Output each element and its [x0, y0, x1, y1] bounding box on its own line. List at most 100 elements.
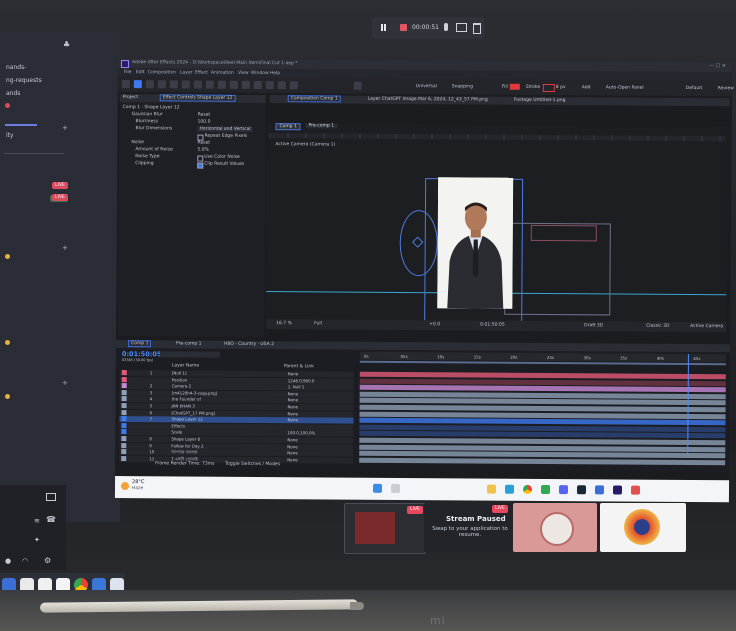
fill-swatch[interactable] [509, 83, 520, 90]
camera-view[interactable]: Active Camera [690, 324, 723, 329]
window-controls[interactable]: — ☐ ✕ [709, 63, 726, 69]
viewer-timecode[interactable]: 0:01:50:05 [480, 323, 505, 328]
fill-option[interactable]: Fill [502, 85, 508, 90]
current-timecode[interactable]: 0:01:50:05 [122, 350, 162, 358]
layer-name[interactable]: the Founder of [172, 397, 201, 402]
label-color[interactable] [121, 422, 127, 428]
stroke-swatch[interactable] [542, 83, 555, 93]
label-color[interactable] [121, 403, 127, 409]
app-icon[interactable] [540, 484, 551, 495]
start-icon[interactable] [372, 483, 383, 493]
label-color[interactable] [121, 376, 127, 382]
label-color[interactable] [121, 449, 127, 455]
gear-icon[interactable]: ⚙ [44, 556, 51, 565]
effect-reset[interactable]: Reset [197, 141, 210, 146]
search-field[interactable] [159, 351, 220, 358]
clone-tool-icon[interactable] [253, 80, 262, 90]
layer-parent[interactable]: 100.0,100.0% [287, 431, 315, 436]
resolution[interactable]: Full [314, 321, 322, 326]
shape-tool-icon[interactable] [205, 80, 214, 89]
effect-value[interactable]: 5.0% [197, 148, 208, 153]
universal-option[interactable]: Universal [416, 84, 437, 89]
menu-item[interactable]: Help [270, 71, 280, 76]
left-row[interactable]: ity [6, 132, 14, 139]
label-color[interactable] [121, 455, 127, 461]
pen-tool-icon[interactable] [217, 80, 226, 89]
brush-tool-icon[interactable] [241, 80, 250, 89]
pan-tool-icon[interactable] [193, 80, 202, 89]
activity-icon[interactable]: ✦ [34, 536, 40, 544]
tab-precomp[interactable]: Pre-comp 1 [176, 341, 202, 346]
tab-project[interactable]: Project [123, 95, 138, 100]
layer-name[interactable]: Position [172, 377, 188, 382]
effect-dropdown[interactable]: Horizontal and Vertical [197, 126, 253, 132]
layer-parent[interactable]: None [287, 417, 297, 422]
draft-3d[interactable]: Draft 3D [584, 323, 603, 328]
weather-temp[interactable]: 28°C [132, 479, 144, 485]
left-row[interactable]: ands [6, 90, 20, 97]
layer-name[interactable]: JAN KHAN 3 [172, 403, 195, 408]
slider-track[interactable] [5, 124, 37, 126]
layer-name[interactable]: [m4120h4-3-copy.png] [172, 390, 218, 395]
roto-tool-icon[interactable] [277, 81, 286, 90]
steam-icon[interactable] [576, 485, 587, 495]
app-icon[interactable] [630, 485, 641, 495]
menu-item[interactable]: Layer [180, 70, 193, 75]
layer-parent[interactable]: None [287, 437, 297, 442]
snapping-icon[interactable] [353, 81, 362, 90]
layer-parent[interactable]: 1248.0,960.0 [288, 378, 315, 383]
layer-parent[interactable]: None [287, 450, 297, 455]
left-row[interactable]: ng-requests [6, 77, 42, 84]
stroke-width[interactable]: 8 px [556, 85, 566, 90]
trash-icon[interactable] [473, 23, 481, 34]
layer-name[interactable]: Shape Layer 8 [171, 436, 200, 441]
hand-tool-icon[interactable] [145, 80, 154, 89]
menu-item[interactable]: Edit [136, 70, 145, 75]
toggle-switches[interactable]: Toggle Switches / Modes [225, 462, 280, 467]
label-color[interactable] [121, 370, 127, 376]
workspace-review[interactable]: Review [718, 86, 734, 91]
layer-name[interactable]: [ChatGPT_17 PM.png] [172, 410, 216, 415]
headphones-icon[interactable]: ◠ [22, 557, 28, 565]
viewer-tab[interactable]: Pre-comp 1 [305, 123, 338, 129]
layer-parent[interactable]: None [287, 457, 297, 462]
layer-parent[interactable]: None [288, 411, 298, 416]
after-effects-icon[interactable] [612, 485, 623, 495]
puppet-tool-icon[interactable] [289, 81, 298, 90]
layer-parent[interactable]: 1. Null 1 [288, 384, 305, 389]
layer-parent[interactable]: None [288, 371, 298, 376]
tab-effect-controls[interactable]: Effect Controls Shape Layer 12 [159, 94, 236, 102]
label-color[interactable] [121, 429, 127, 435]
effect-name[interactable]: Gaussian Blur [132, 112, 163, 117]
zoom-tool-icon[interactable] [157, 80, 166, 89]
app-icon[interactable] [558, 485, 569, 495]
checkbox[interactable] [197, 155, 204, 162]
menu-item[interactable]: Window [251, 71, 269, 76]
file-explorer-icon[interactable] [486, 484, 497, 494]
label-color[interactable] [121, 383, 127, 389]
add-icon[interactable]: + [62, 124, 68, 132]
hangup-icon[interactable]: ☎ [46, 515, 56, 524]
label-color[interactable] [121, 389, 127, 395]
screen-icon[interactable] [456, 23, 467, 32]
home-icon[interactable] [121, 80, 130, 89]
chrome-icon[interactable] [522, 484, 533, 494]
label-color[interactable] [121, 409, 127, 415]
auto-open-panel[interactable]: Auto-Open Panel [606, 85, 644, 90]
label-color[interactable] [121, 436, 127, 442]
label-color[interactable] [121, 416, 127, 422]
effect-value[interactable]: 100.0 [198, 120, 211, 125]
layer-name[interactable]: Camera 2 [172, 384, 192, 389]
layer-parent[interactable]: None [288, 398, 298, 403]
camera-tool-icon[interactable] [181, 80, 190, 89]
menu-item[interactable]: Composition [148, 70, 176, 75]
left-row[interactable]: nands- [6, 64, 26, 71]
screen-share-icon[interactable] [46, 493, 56, 501]
portrait-image[interactable] [437, 177, 514, 309]
layer-parent[interactable]: None [288, 404, 298, 409]
layer-name[interactable]: Scale [171, 430, 182, 435]
rotate-tool-icon[interactable] [169, 80, 178, 89]
layer-duration-bar[interactable] [359, 457, 726, 466]
stroke-option[interactable]: Stroke [526, 85, 540, 90]
participant-tile[interactable] [600, 503, 686, 552]
